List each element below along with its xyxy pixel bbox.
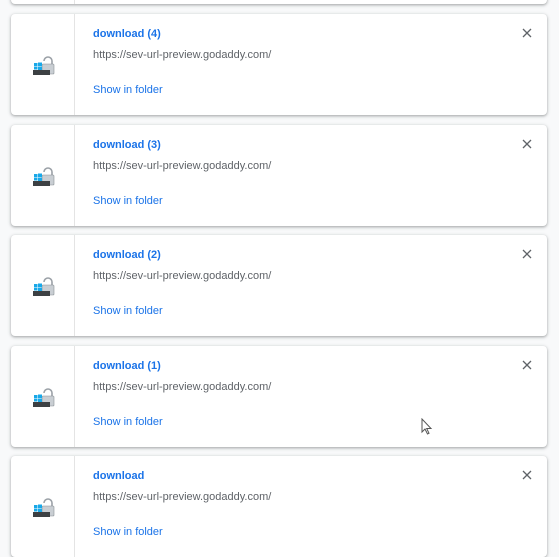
download-source-url[interactable]: https://sev-url-preview.godaddy.com/ xyxy=(93,491,271,503)
close-icon[interactable] xyxy=(521,138,533,150)
download-source-url[interactable]: https://sev-url-preview.godaddy.com/ xyxy=(93,270,271,282)
show-in-folder-link[interactable]: Show in folder xyxy=(93,84,163,96)
installer-file-icon xyxy=(33,388,55,407)
download-item: download https://sev-url-preview.godaddy… xyxy=(11,456,547,557)
installer-file-icon xyxy=(33,167,55,186)
download-item: download (1) https://sev-url-preview.god… xyxy=(11,346,547,447)
icon-column xyxy=(11,125,75,226)
download-title-link[interactable]: download (2) xyxy=(93,249,161,261)
download-item-previous xyxy=(11,0,547,4)
download-title-link[interactable]: download xyxy=(93,470,144,482)
show-in-folder-link[interactable]: Show in folder xyxy=(93,195,163,207)
icon-column xyxy=(11,0,75,4)
download-title-link[interactable]: download (3) xyxy=(93,139,161,151)
mouse-cursor-icon xyxy=(421,418,433,435)
installer-file-icon xyxy=(33,498,55,517)
show-in-folder-link[interactable]: Show in folder xyxy=(93,416,163,428)
show-in-folder-link[interactable]: Show in folder xyxy=(93,305,163,317)
icon-column xyxy=(11,346,75,447)
installer-file-icon xyxy=(33,56,55,75)
download-source-url[interactable]: https://sev-url-preview.godaddy.com/ xyxy=(93,381,271,393)
download-item: download (2) https://sev-url-preview.god… xyxy=(11,235,547,336)
close-icon[interactable] xyxy=(521,248,533,260)
download-source-url[interactable]: https://sev-url-preview.godaddy.com/ xyxy=(93,49,271,61)
installer-file-icon xyxy=(33,277,55,296)
download-title-link[interactable]: download (1) xyxy=(93,360,161,372)
show-in-folder-link[interactable]: Show in folder xyxy=(93,526,163,538)
download-item: download (3) https://sev-url-preview.god… xyxy=(11,125,547,226)
close-icon[interactable] xyxy=(521,359,533,371)
icon-column xyxy=(11,456,75,557)
download-title-link[interactable]: download (4) xyxy=(93,28,161,40)
download-source-url[interactable]: https://sev-url-preview.godaddy.com/ xyxy=(93,160,271,172)
icon-column xyxy=(11,14,75,115)
download-item: download (4) https://sev-url-preview.god… xyxy=(11,14,547,115)
icon-column xyxy=(11,235,75,336)
close-icon[interactable] xyxy=(521,27,533,39)
close-icon[interactable] xyxy=(521,469,533,481)
